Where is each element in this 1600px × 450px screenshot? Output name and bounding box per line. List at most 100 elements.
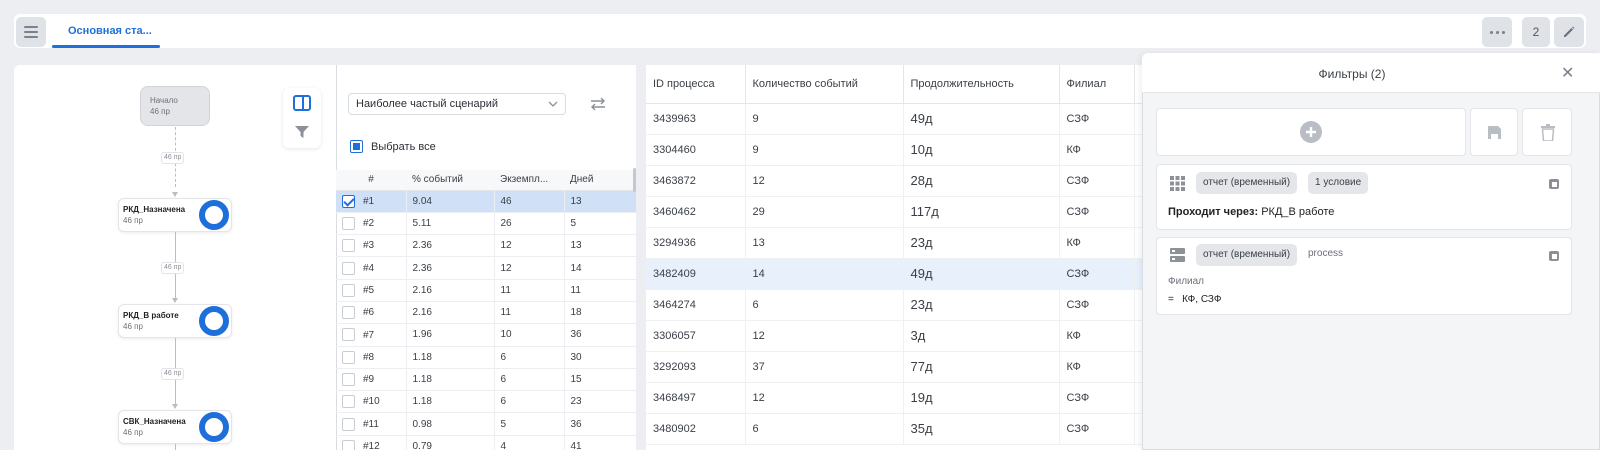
scenario-cell-id[interactable]: #7 xyxy=(336,323,406,347)
scenario-row[interactable]: #6 2.16 11 18 xyxy=(336,301,636,325)
scenario-number: #10 xyxy=(363,396,380,408)
table-row[interactable]: 3480902635дСЗФa xyxy=(646,413,1175,445)
scenario-row[interactable]: #12 0.79 4 41 xyxy=(336,435,636,450)
table-row[interactable]: 3304460910дКФ7 xyxy=(646,134,1175,166)
table-cell: 3294936 xyxy=(646,227,746,259)
scenario-number: #6 xyxy=(363,307,375,319)
scenario-cell-id[interactable]: #6 xyxy=(336,301,406,325)
scenario-cell-id[interactable]: #5 xyxy=(336,279,406,302)
row-checkbox[interactable] xyxy=(342,328,355,342)
scenario-cell-id[interactable]: #1 xyxy=(336,190,406,213)
row-checkbox[interactable] xyxy=(342,261,355,275)
row-checkbox[interactable] xyxy=(342,306,355,320)
scenario-cell-id[interactable]: #4 xyxy=(336,256,406,280)
row-checkbox[interactable] xyxy=(342,283,355,297)
scenario-row[interactable]: #4 2.36 12 14 xyxy=(336,256,636,280)
scenario-cell-id[interactable]: #3 xyxy=(336,234,406,258)
menu-icon[interactable] xyxy=(16,17,46,47)
scenario-number: #4 xyxy=(363,262,375,274)
filter-icon[interactable] xyxy=(295,125,309,139)
scrollbar[interactable] xyxy=(633,168,636,192)
filter-value: РКД_В работе xyxy=(1261,206,1335,218)
table-cell: 10д xyxy=(903,134,1060,166)
scenario-select[interactable]: Наиболее частый сценарий xyxy=(348,93,566,115)
scenario-row[interactable]: #3 2.36 12 13 xyxy=(336,234,636,258)
scenario-row[interactable]: #1 9.04 46 13 xyxy=(336,190,636,213)
table-row[interactable]: 3464274623дСЗФ9 xyxy=(646,289,1175,321)
table-row[interactable]: 3306057123дКФc xyxy=(646,320,1175,352)
column-header[interactable]: ID процесса xyxy=(646,65,746,104)
column-header[interactable]: Количество событий xyxy=(745,65,904,104)
row-checkbox[interactable] xyxy=(342,216,355,230)
scenario-cell-id[interactable]: #12 xyxy=(336,435,406,450)
scenario-cell-id[interactable]: #2 xyxy=(336,212,406,236)
column-header[interactable]: Дней xyxy=(564,170,636,191)
scenario-row[interactable]: #8 1.18 6 30 xyxy=(336,346,636,369)
more-options-icon[interactable] xyxy=(1482,17,1512,47)
remove-filter-icon[interactable] xyxy=(1549,179,1559,189)
filter-source-chip[interactable]: отчет (временный) xyxy=(1196,244,1298,266)
row-checkbox[interactable] xyxy=(342,350,355,364)
filter-condition-chip[interactable]: 1 условие xyxy=(1308,172,1369,194)
tab-main[interactable]: Основная ста... xyxy=(52,14,168,48)
select-all-checkbox[interactable] xyxy=(350,140,363,153)
scenario-cell: 1.18 xyxy=(405,346,494,369)
save-filter-button[interactable] xyxy=(1470,108,1518,156)
scenario-cell: 11 xyxy=(493,279,564,302)
scenario-number: #5 xyxy=(363,284,375,296)
panel-layout-icon[interactable] xyxy=(293,95,311,111)
scenario-cell: 46 xyxy=(493,190,564,213)
column-header[interactable]: Филиал xyxy=(1059,65,1135,104)
table-cell: 12 xyxy=(745,320,904,352)
column-header[interactable]: Продолжительность xyxy=(903,65,1060,104)
delete-filters-button[interactable] xyxy=(1522,108,1572,156)
column-header[interactable]: # xyxy=(336,170,406,191)
table-row[interactable]: 34638721228дСЗФ8 xyxy=(646,165,1175,197)
scenario-row[interactable]: #2 5.11 26 5 xyxy=(336,212,636,236)
scenario-cell-id[interactable]: #10 xyxy=(336,390,406,414)
add-circle-icon xyxy=(1300,121,1322,143)
scenario-cell: 13 xyxy=(563,190,636,213)
table-row[interactable]: 34684971219дСЗФa xyxy=(646,382,1175,414)
row-checkbox[interactable] xyxy=(342,194,355,208)
edit-button[interactable] xyxy=(1554,17,1584,47)
scenario-cell: 36 xyxy=(563,323,636,347)
table-row[interactable]: 346046229117дСЗФ1 xyxy=(646,196,1175,228)
filter-source-chip[interactable]: отчет (временный) xyxy=(1196,172,1298,194)
row-checkbox[interactable] xyxy=(342,439,355,450)
count-button[interactable]: 2 xyxy=(1522,17,1550,47)
row-checkbox[interactable] xyxy=(342,417,355,431)
table-cell: КФ xyxy=(1059,227,1135,259)
table-row[interactable]: 32949361323дКФ0 xyxy=(646,227,1175,259)
swap-icon[interactable] xyxy=(589,97,607,111)
remove-filter-icon[interactable] xyxy=(1549,251,1559,261)
grid-icon xyxy=(1170,176,1185,191)
scenario-number: #1 xyxy=(363,195,375,207)
scenario-cell-id[interactable]: #9 xyxy=(336,368,406,392)
row-checkbox[interactable] xyxy=(342,395,355,409)
table-cell: 13 xyxy=(745,227,904,259)
scenario-number: #8 xyxy=(363,351,375,363)
table-row[interactable]: 3439963949дСЗФ1( xyxy=(646,103,1175,135)
add-filter-button[interactable] xyxy=(1156,108,1466,156)
scenario-row[interactable]: #7 1.96 10 36 xyxy=(336,323,636,347)
row-checkbox[interactable] xyxy=(342,373,355,387)
row-checkbox[interactable] xyxy=(342,239,355,253)
table-row[interactable]: 34824091449дСЗФ8 xyxy=(646,258,1175,290)
scenario-row[interactable]: #10 1.18 6 23 xyxy=(336,390,636,414)
scenario-row[interactable]: #11 0.98 5 36 xyxy=(336,412,636,436)
node-count: 46 пр xyxy=(150,107,170,116)
scenario-row[interactable]: #5 2.16 11 11 xyxy=(336,279,636,302)
close-icon[interactable]: ✕ xyxy=(1561,63,1574,83)
graph-node-start[interactable]: Начало 46 пр xyxy=(140,86,210,126)
scenario-cell-id[interactable]: #11 xyxy=(336,412,406,436)
column-header[interactable]: Экземпл... xyxy=(494,170,564,191)
filter-value: = КФ, СЗФ xyxy=(1168,294,1222,305)
scenario-row[interactable]: #9 1.18 6 15 xyxy=(336,368,636,392)
scenario-cell-id[interactable]: #8 xyxy=(336,346,406,369)
graph-edge xyxy=(175,444,176,450)
table-row[interactable]: 32920933777дКФc xyxy=(646,351,1175,383)
edge-arrow xyxy=(172,404,178,409)
column-header[interactable]: % событий xyxy=(406,170,494,191)
scenario-number: #12 xyxy=(363,441,380,450)
